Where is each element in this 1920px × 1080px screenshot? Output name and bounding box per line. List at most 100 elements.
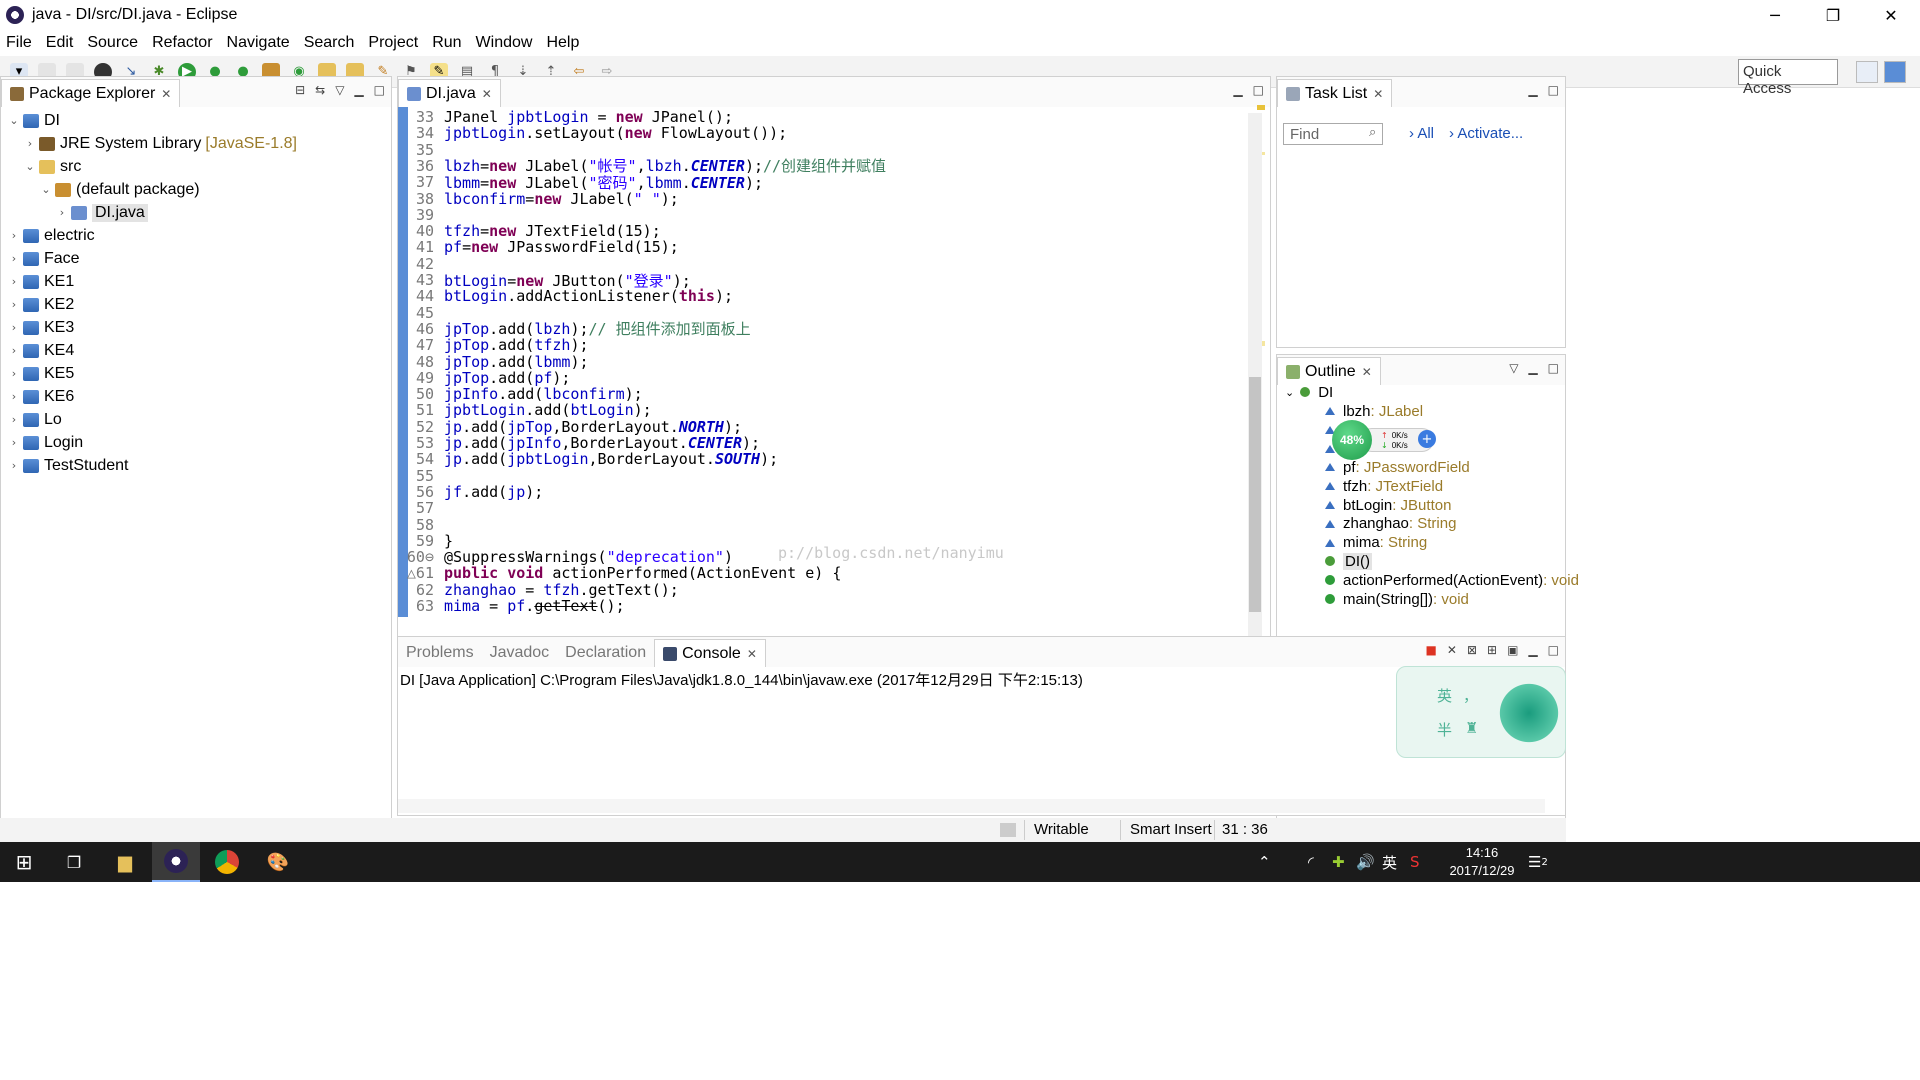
tab-declaration[interactable]: Declaration xyxy=(557,639,654,667)
eclipse-taskbar-icon[interactable] xyxy=(152,842,200,882)
maximize-view-icon[interactable]: □ xyxy=(374,83,385,97)
menu-project[interactable]: Project xyxy=(368,34,418,52)
show-hidden-icon[interactable]: ⌃ xyxy=(1258,842,1271,882)
java-perspective-icon[interactable] xyxy=(1884,61,1906,83)
tree-item-jre-library[interactable]: › JRE System Library [JavaSE-1.8] xyxy=(1,132,391,155)
tab-editor-file[interactable]: DI.java ✕ xyxy=(398,79,501,107)
close-icon[interactable]: ✕ xyxy=(1362,365,1372,379)
ime-indicator[interactable]: 英 xyxy=(1382,842,1397,882)
open-perspective-icon[interactable] xyxy=(1856,61,1878,83)
menu-file[interactable]: File xyxy=(6,34,32,52)
search-icon[interactable]: ⌕ xyxy=(1369,125,1376,140)
menu-window[interactable]: Window xyxy=(476,34,533,52)
menu-source[interactable]: Source xyxy=(87,34,138,52)
close-icon[interactable]: ✕ xyxy=(747,647,757,661)
minimize-view-icon[interactable]: ▁ xyxy=(354,83,363,97)
menu-edit[interactable]: Edit xyxy=(46,34,74,52)
task-filter-all[interactable]: › All xyxy=(1409,125,1434,142)
sogou-icon[interactable]: S xyxy=(1410,842,1420,882)
close-icon[interactable]: ✕ xyxy=(1373,87,1383,101)
outline-item[interactable]: main(String[]) : void xyxy=(1325,588,1469,610)
tree-item-src[interactable]: ⌄ src xyxy=(1,155,391,178)
remove-launch-icon[interactable]: ✕ xyxy=(1447,643,1457,657)
quick-access-input[interactable]: Quick Access xyxy=(1738,59,1838,97)
code-line[interactable]: 34 jpbtLogin.setLayout(new FlowLayout()); xyxy=(398,123,787,143)
notification-center-icon[interactable]: ☰ 2 xyxy=(1528,842,1548,882)
tab-javadoc[interactable]: Javadoc xyxy=(482,639,558,667)
maximize-view-icon[interactable]: □ xyxy=(1253,83,1264,97)
clear-console-icon[interactable]: ⊠ xyxy=(1467,643,1477,657)
menu-navigate[interactable]: Navigate xyxy=(227,34,290,52)
code-line[interactable]: 63 mima = pf.getText(); xyxy=(398,596,625,616)
view-menu-icon[interactable]: ▽ xyxy=(335,83,344,97)
tree-item-project[interactable]: › electric xyxy=(1,224,391,247)
tree-item-project[interactable]: › KE2 xyxy=(1,293,391,316)
tree-item-project[interactable]: › KE1 xyxy=(1,270,391,293)
tree-item-project[interactable]: › TestStudent xyxy=(1,454,391,477)
maximize-view-icon[interactable]: □ xyxy=(1548,643,1559,657)
tab-package-explorer[interactable]: Package Explorer ✕ xyxy=(1,79,181,107)
clock[interactable]: 14:16 2017/12/29 xyxy=(1440,844,1524,880)
menu-search[interactable]: Search xyxy=(304,34,355,52)
tree-item-project[interactable]: › Login xyxy=(1,431,391,454)
scrollbar-thumb[interactable] xyxy=(1249,377,1261,612)
tree-item-project[interactable]: › KE4 xyxy=(1,339,391,362)
tree-item-project[interactable]: › KE6 xyxy=(1,385,391,408)
start-icon[interactable]: ⊞ xyxy=(0,842,48,882)
close-icon[interactable]: ✕ xyxy=(161,87,171,101)
tree-item-project[interactable]: › Lo xyxy=(1,408,391,431)
minimize-view-icon[interactable]: ▁ xyxy=(1528,83,1537,97)
file-explorer-icon[interactable]: ▆ xyxy=(101,842,149,882)
paint-icon[interactable]: 🎨 xyxy=(254,842,302,882)
maximize-view-icon[interactable]: □ xyxy=(1548,83,1559,97)
chrome-icon[interactable] xyxy=(203,842,251,882)
tab-task-list[interactable]: Task List ✕ xyxy=(1277,79,1393,107)
network-icon[interactable]: ◜ xyxy=(1308,842,1314,882)
volume-icon[interactable]: 🔊 xyxy=(1356,842,1375,882)
minimize-button[interactable]: ─ xyxy=(1746,0,1804,30)
tree-item-java-file[interactable]: › DI.java xyxy=(1,201,391,224)
restore-button[interactable]: ❐ xyxy=(1804,0,1862,30)
tree-item-default-package[interactable]: ⌄ (default package) xyxy=(1,178,391,201)
download-arrow-icon: ↓ xyxy=(1381,441,1388,450)
tree-item-project[interactable]: ⌄ DI xyxy=(1,109,391,132)
security-icon[interactable]: ✚ xyxy=(1332,842,1345,882)
boost-plus-icon[interactable]: + xyxy=(1418,430,1436,448)
task-find-input[interactable]: Find xyxy=(1283,123,1383,145)
menu-run[interactable]: Run xyxy=(432,34,461,52)
menu-help[interactable]: Help xyxy=(546,34,579,52)
code-line[interactable]: 44 btLogin.addActionListener(this); xyxy=(398,286,733,306)
menu-refactor[interactable]: Refactor xyxy=(152,34,212,52)
minimize-view-icon[interactable]: ▁ xyxy=(1528,643,1537,657)
view-menu-icon[interactable]: ▽ xyxy=(1509,361,1518,375)
collapse-all-icon[interactable]: ⊟ xyxy=(295,83,305,97)
ime-language[interactable]: 英 xyxy=(1437,685,1452,706)
terminate-icon[interactable]: ■ xyxy=(1426,643,1437,657)
ime-skin-icon[interactable]: ♜ xyxy=(1465,719,1478,737)
task-activate-link[interactable]: › Activate... xyxy=(1449,125,1523,142)
console-panel: Problems Javadoc Declaration Console ✕ ■… xyxy=(397,636,1566,816)
console-horizontal-scrollbar[interactable] xyxy=(398,799,1545,813)
network-speed-widget[interactable]: ↑ 0K/s ↓ 0K/s 48% + xyxy=(1332,420,1436,460)
ime-width[interactable]: 半 xyxy=(1437,719,1452,740)
tab-console[interactable]: Console ✕ xyxy=(654,639,766,667)
close-button[interactable]: ✕ xyxy=(1862,0,1920,30)
tree-item-project[interactable]: › KE3 xyxy=(1,316,391,339)
project-icon xyxy=(23,113,39,128)
code-line[interactable]: 54 jp.add(jpbtLogin,BorderLayout.SOUTH); xyxy=(398,449,778,469)
tree-item-project[interactable]: › KE5 xyxy=(1,362,391,385)
eclipse-logo-icon xyxy=(6,6,24,24)
display-console-icon[interactable]: ▣ xyxy=(1507,643,1518,657)
project-icon xyxy=(23,274,39,289)
minimize-view-icon[interactable]: ▁ xyxy=(1233,83,1242,97)
tree-item-project[interactable]: › Face xyxy=(1,247,391,270)
ime-punctuation[interactable]: ， xyxy=(1463,685,1478,706)
pin-console-icon[interactable]: ⊞ xyxy=(1487,643,1497,657)
tab-problems[interactable]: Problems xyxy=(398,639,482,667)
minimize-view-icon[interactable]: ▁ xyxy=(1528,361,1537,375)
ime-toolbar[interactable]: 英 ， 半 ♜ xyxy=(1396,666,1566,758)
task-view-icon[interactable]: ❐ xyxy=(50,842,98,882)
close-icon[interactable]: ✕ xyxy=(482,87,492,101)
maximize-view-icon[interactable]: □ xyxy=(1548,361,1559,375)
link-editor-icon[interactable]: ⇆ xyxy=(315,83,325,97)
